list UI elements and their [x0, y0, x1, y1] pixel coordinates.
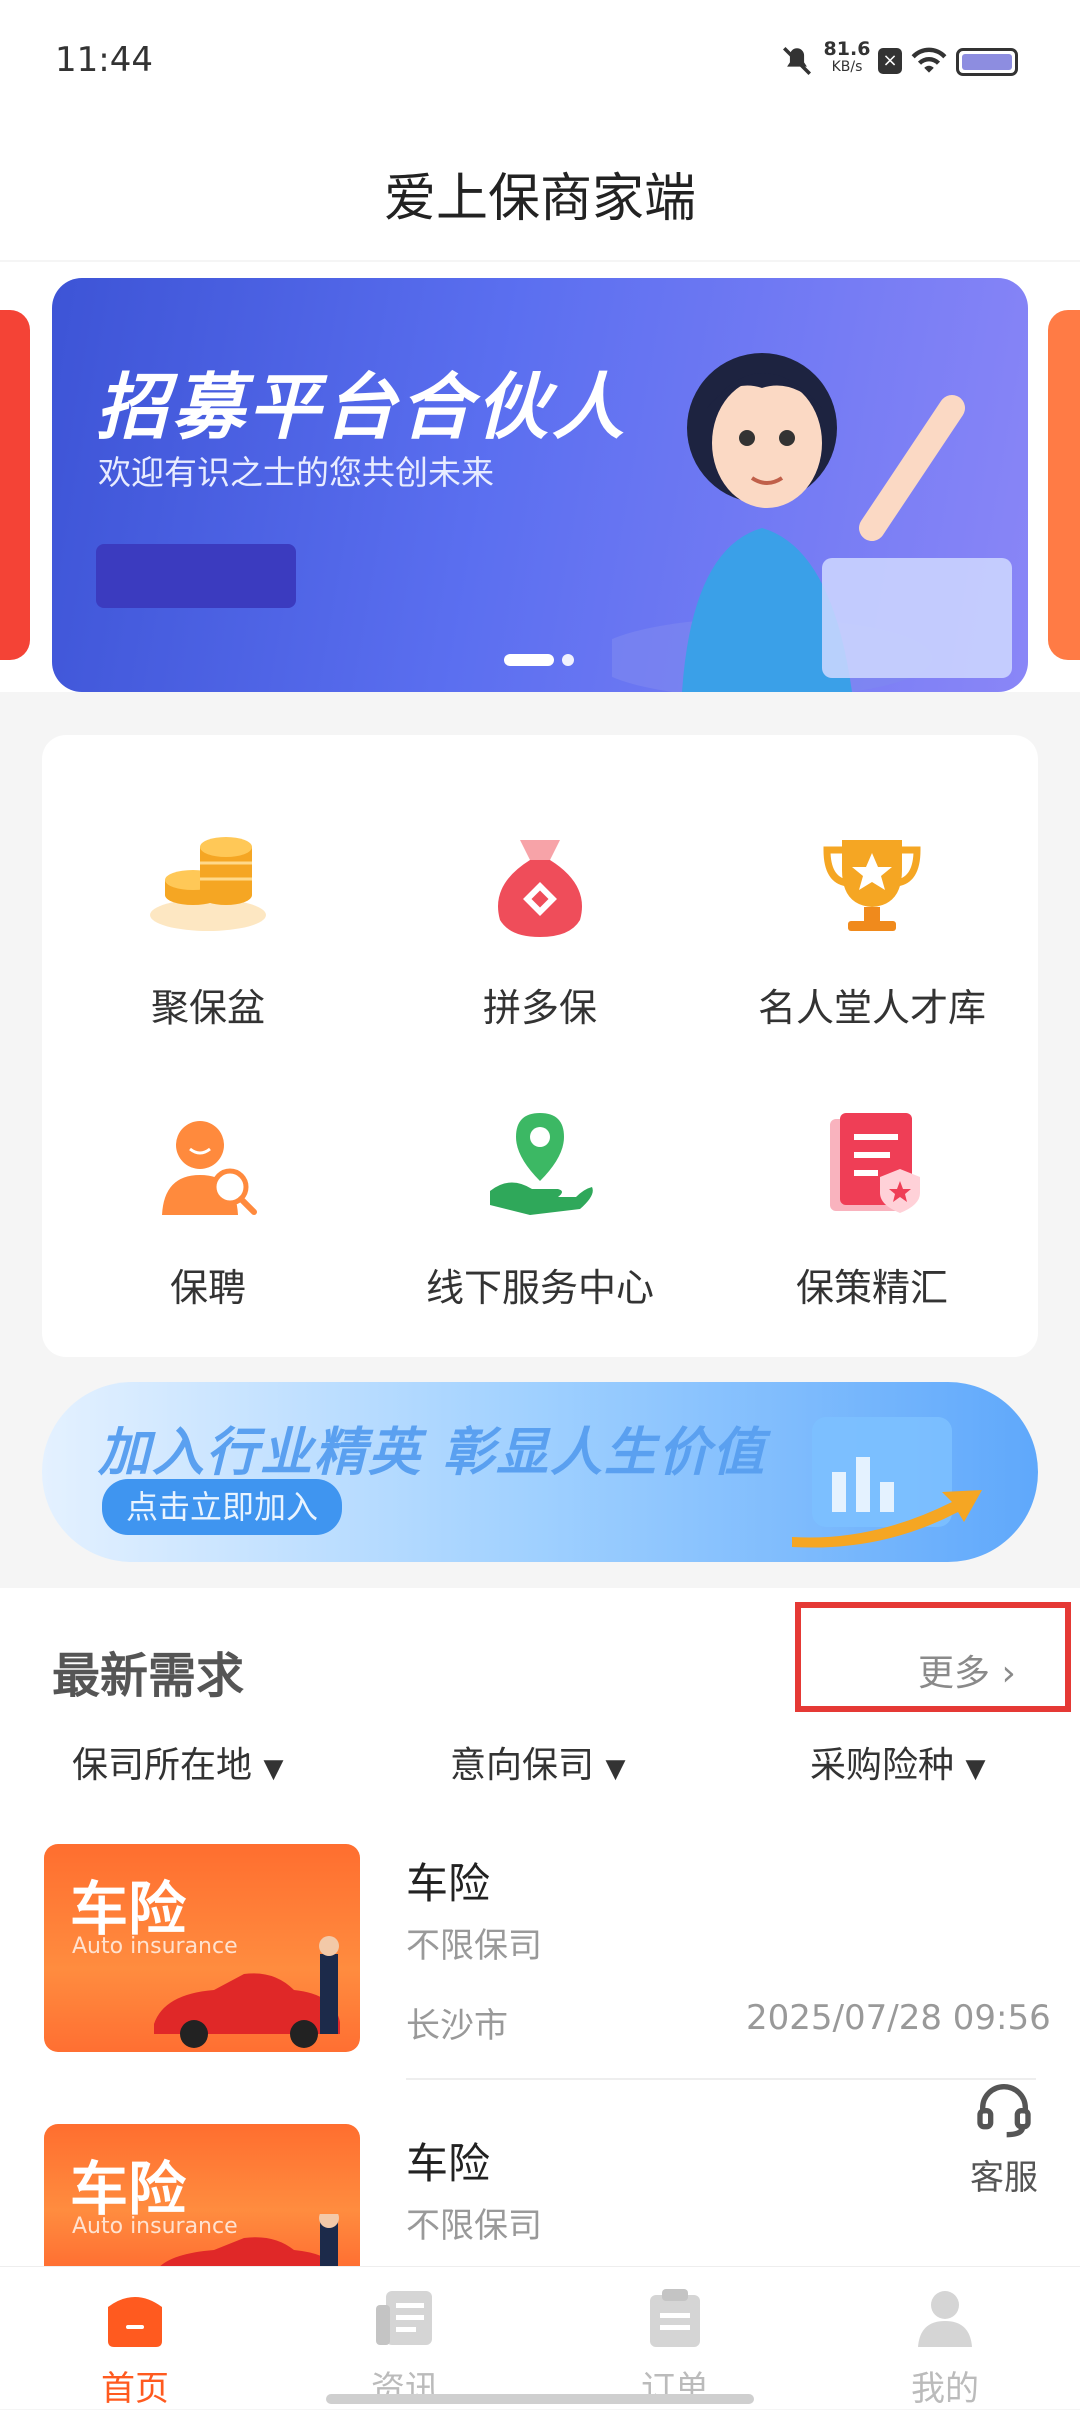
app-header: 爱上保商家端 — [0, 120, 1080, 260]
trophy-icon — [823, 840, 921, 931]
grid-item-baopin[interactable]: 保聘 — [42, 1105, 374, 1312]
banner-next-slide[interactable] — [1048, 310, 1080, 660]
promo-title: 加入行业精英 彰显人生价值 — [98, 1423, 767, 1483]
banner-slide[interactable]: 招募平台合伙人 欢迎有识之士的您共创未来 — [52, 278, 1028, 692]
banner-prev-slide[interactable] — [0, 310, 30, 660]
caret-down-icon: ▼ — [605, 1754, 626, 1784]
grid-item-jubaopen[interactable]: 聚保盆 — [42, 825, 374, 1032]
bottom-tab-bar: 首页 资讯 订单 我的 — [0, 2266, 1080, 2409]
divider — [406, 2078, 1036, 2080]
tab-news[interactable]: 资讯 — [270, 2267, 540, 2409]
more-link[interactable]: 更多 › — [918, 1644, 1016, 1696]
person-icon — [918, 2291, 972, 2347]
carousel-indicator — [562, 654, 574, 666]
filter-intended-company[interactable]: 意向保司 ▼ — [450, 1736, 625, 1788]
promo-join-button[interactable]: 点击立即加入 — [102, 1479, 343, 1535]
carousel-indicator-active — [504, 654, 554, 666]
tab-label: 我的 — [911, 2369, 979, 2409]
demand-company: 不限保司 — [406, 1926, 542, 1966]
demand-company: 不限保司 — [406, 2206, 542, 2246]
banner-title: 招募平台合伙人 — [96, 365, 629, 449]
caret-down-icon: ▼ — [263, 1754, 284, 1784]
location-hand-icon — [490, 1113, 593, 1215]
demand-title[interactable]: 车险 — [406, 1850, 490, 1911]
demand-date: 2025/07/28 09:56 — [746, 1998, 1051, 2038]
wifi-icon — [911, 47, 947, 73]
grid-item-policy-digest[interactable]: 保策精汇 — [706, 1105, 1038, 1312]
tab-profile[interactable]: 我的 — [810, 2267, 1080, 2409]
section-title: 最新需求 — [52, 1648, 245, 1704]
news-icon — [376, 2291, 432, 2345]
battery-icon — [956, 48, 1018, 76]
filter-label: 保司所在地 — [72, 1745, 253, 1786]
banner-button[interactable] — [96, 544, 296, 608]
tab-label: 首页 — [101, 2369, 169, 2409]
grid-label: 聚保盆 — [150, 986, 265, 1030]
home-indicator[interactable] — [326, 2394, 754, 2404]
more-label: 更多 — [918, 1653, 991, 1694]
grid-label: 线下服务中心 — [425, 1266, 654, 1310]
clipboard-icon — [650, 2289, 700, 2347]
grid-label: 保聘 — [169, 1266, 246, 1310]
customer-service-illustration — [612, 353, 1012, 692]
mute-bell-icon — [782, 46, 812, 76]
grid-item-offline-center[interactable]: 线下服务中心 — [374, 1105, 706, 1312]
notification-x-icon: × — [878, 48, 902, 74]
demand-thumbnail[interactable]: 车险 Auto insurance — [44, 1844, 360, 2052]
filter-company-location[interactable]: 保司所在地 ▼ — [72, 1736, 283, 1788]
tab-home[interactable]: 首页 — [0, 2267, 270, 2409]
grid-label: 拼多保 — [482, 986, 597, 1030]
demand-title[interactable]: 车险 — [406, 2130, 490, 2191]
car-illustration — [158, 2214, 339, 2268]
money-bag-icon — [498, 840, 582, 937]
service-label: 客服 — [970, 2158, 1038, 2198]
tab-orders[interactable]: 订单 — [540, 2267, 810, 2409]
status-time: 11:44 — [55, 40, 153, 80]
chevron-right-icon: › — [1001, 1653, 1016, 1694]
chart-card-illustration — [792, 1417, 982, 1548]
home-icon — [108, 2297, 162, 2347]
grid-label: 名人堂人才库 — [757, 986, 986, 1030]
demand-thumbnail[interactable]: 车险 Auto insurance — [44, 2124, 360, 2268]
banner-subtitle: 欢迎有识之士的您共创未来 — [98, 453, 494, 492]
grid-item-hall-of-fame[interactable]: 名人堂人才库 — [706, 825, 1038, 1032]
car-illustration — [154, 1936, 340, 2048]
filter-insurance-type[interactable]: 采购险种 ▼ — [810, 1736, 985, 1788]
caret-down-icon: ▼ — [965, 1754, 986, 1784]
filter-label: 采购险种 — [810, 1745, 955, 1786]
grid-item-pinduobao[interactable]: 拼多保 — [374, 825, 706, 1032]
grid-label: 保策精汇 — [795, 1266, 948, 1310]
filter-label: 意向保司 — [450, 1745, 595, 1786]
policy-doc-icon — [830, 1113, 920, 1213]
status-bar: 11:44 81.6 KB/s × — [0, 0, 1080, 120]
customer-service-button[interactable]: 客服 — [944, 2076, 1064, 2216]
latest-demand-section: 最新需求 更多 › 保司所在地 ▼ 意向保司 ▼ 采购险种 ▼ 车险 Auto … — [0, 1588, 1080, 2268]
promo-banner[interactable]: 加入行业精英 彰显人生价值 点击立即加入 — [42, 1382, 1038, 1562]
net-speed: 81.6 KB/s — [823, 38, 871, 76]
demand-location: 长沙市 — [406, 2006, 508, 2046]
headset-icon — [977, 2084, 1031, 2138]
feature-grid: 聚保盆 拼多保 名人堂人才库 保聘 线下服务中心 保策精汇 — [42, 735, 1038, 1357]
page-title: 爱上保商家端 — [383, 169, 696, 229]
coins-icon — [150, 837, 266, 931]
person-search-icon — [162, 1121, 257, 1215]
